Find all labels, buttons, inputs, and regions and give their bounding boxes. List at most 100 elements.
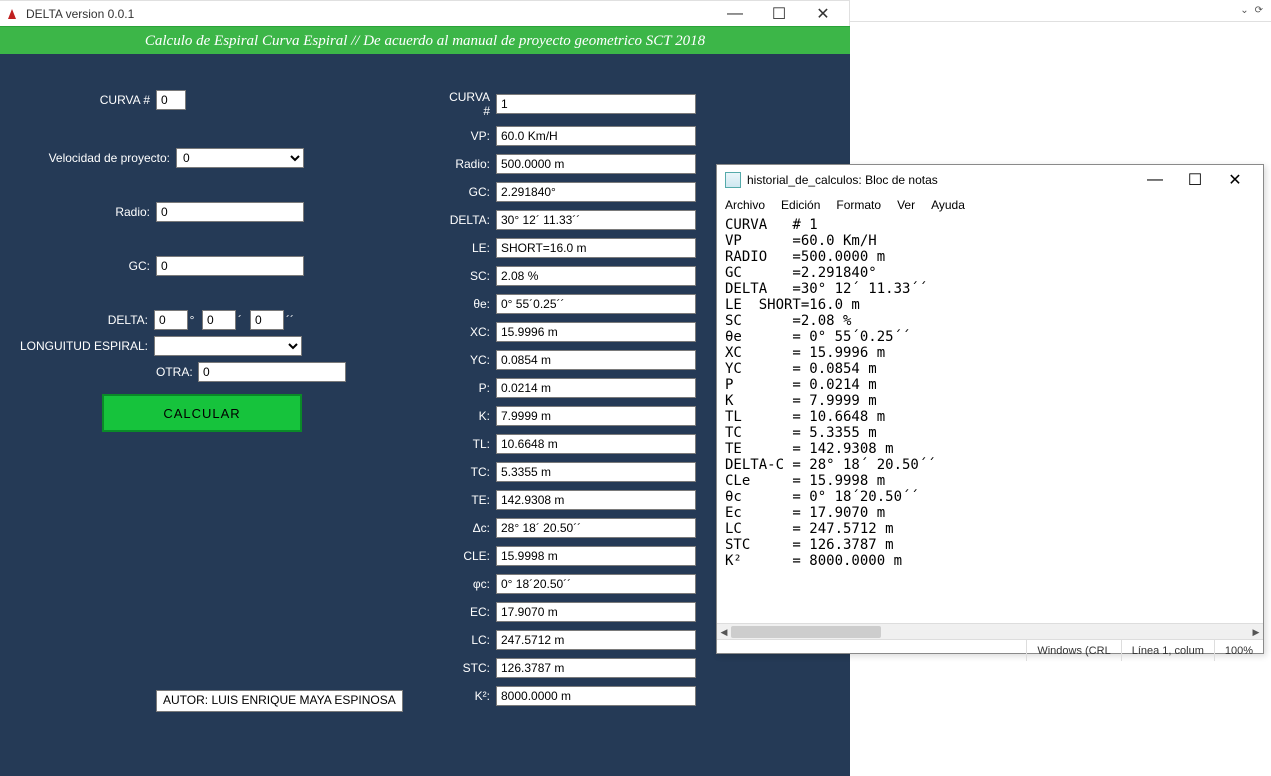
result-value[interactable] [496,490,696,510]
maximize-button[interactable]: ☐ [757,1,801,27]
result-label: DELTA: [440,213,496,227]
background-toolbar: ⌄ ⟳ [850,0,1271,22]
result-label: GC: [440,185,496,199]
result-label: STC: [440,661,496,675]
result-label: LC: [440,633,496,647]
result-label: VP: [440,129,496,143]
curva-input[interactable] [156,90,186,110]
result-label: K²: [440,689,496,703]
result-value[interactable] [496,574,696,594]
label-curva: CURVA # [98,93,156,107]
sec-sym: ´´ [284,313,302,327]
result-value[interactable] [496,406,696,426]
delta-titlebar: DELTA version 0.0.1 — ☐ ✕ [0,0,850,26]
result-row: EC: [440,602,720,622]
close-button[interactable]: ✕ [801,1,845,27]
np-close-button[interactable]: ✕ [1215,167,1255,193]
result-label: K: [440,409,496,423]
result-value[interactable] [496,602,696,622]
result-label: P: [440,381,496,395]
result-row: TL: [440,434,720,454]
result-value[interactable] [496,322,696,342]
result-label: TE: [440,493,496,507]
status-position: Línea 1, colum [1121,640,1214,661]
result-value[interactable] [496,182,696,202]
menu-ayuda[interactable]: Ayuda [931,198,965,212]
scroll-thumb[interactable] [731,626,881,638]
result-value[interactable] [496,630,696,650]
input-panel: CURVA # Velocidad de proyecto: 0 Radio: … [0,54,420,712]
notepad-content[interactable]: CURVA # 1 VP =60.0 Km/H RADIO =500.0000 … [717,215,1263,623]
menu-archivo[interactable]: Archivo [725,198,765,212]
delta-sec-input[interactable] [250,310,284,330]
minimize-button[interactable]: — [713,1,757,27]
radio-input[interactable] [156,202,304,222]
result-value[interactable] [496,434,696,454]
result-value[interactable] [496,686,696,706]
menu-edicion[interactable]: Edición [781,198,820,212]
result-row: Δc: [440,518,720,538]
np-minimize-button[interactable]: — [1135,167,1175,193]
result-row: K: [440,406,720,426]
banner: Calculo de Espiral Curva Espiral // De a… [0,26,850,54]
result-row: TC: [440,462,720,482]
result-row: θe: [440,294,720,314]
result-row: XC: [440,322,720,342]
np-maximize-button[interactable]: ☐ [1175,167,1215,193]
label-delta: DELTA: [96,313,154,327]
result-row: VP: [440,126,720,146]
menu-formato[interactable]: Formato [836,198,881,212]
result-row: CURVA # [440,90,720,118]
label-le: LONGUITUD ESPIRAL: [18,339,154,353]
results-panel: CURVA #VP:Radio:GC:DELTA:LE:SC:θe:XC:YC:… [440,54,720,714]
menu-ver[interactable]: Ver [897,198,915,212]
result-label: YC: [440,353,496,367]
result-value[interactable] [496,238,696,258]
label-gc: GC: [120,259,156,273]
result-value[interactable] [496,658,696,678]
calcular-button[interactable]: CALCULAR [102,394,302,432]
notepad-title: historial_de_calculos: Bloc de notas [747,173,1135,187]
result-value[interactable] [496,378,696,398]
gc-input[interactable] [156,256,304,276]
result-value[interactable] [496,126,696,146]
autor-label: AUTOR: LUIS ENRIQUE MAYA ESPINOSA [156,690,403,712]
delta-min-input[interactable] [202,310,236,330]
deg-sym: ° [188,313,202,327]
result-value[interactable] [496,546,696,566]
result-label: XC: [440,325,496,339]
window-title: DELTA version 0.0.1 [26,7,713,21]
scroll-right-icon[interactable]: ▶ [1249,624,1263,640]
result-label: TL: [440,437,496,451]
status-zoom: 100% [1214,640,1263,661]
result-row: LE: [440,238,720,258]
result-row: STC: [440,658,720,678]
otra-input[interactable] [198,362,346,382]
refresh-icon[interactable]: ⟳ [1255,5,1263,16]
result-value[interactable] [496,294,696,314]
result-row: Radio: [440,154,720,174]
result-label: EC: [440,605,496,619]
result-value[interactable] [496,210,696,230]
result-label: φc: [440,577,496,591]
min-sym: ´ [236,313,250,327]
chevron-down-icon[interactable]: ⌄ [1240,5,1248,16]
app-icon [4,6,20,22]
scroll-left-icon[interactable]: ◀ [717,624,731,640]
result-value[interactable] [496,154,696,174]
label-radio: Radio: [108,205,156,219]
status-encoding: Windows (CRL [1026,640,1120,661]
result-value[interactable] [496,266,696,286]
vp-select[interactable]: 0 [176,148,304,168]
result-value[interactable] [496,94,696,114]
result-value[interactable] [496,462,696,482]
result-value[interactable] [496,518,696,538]
le-select[interactable] [154,336,302,356]
result-row: CLE: [440,546,720,566]
notepad-window: historial_de_calculos: Bloc de notas — ☐… [716,164,1264,654]
result-row: LC: [440,630,720,650]
notepad-hscroll[interactable]: ◀ ▶ [717,623,1263,639]
delta-deg-input[interactable] [154,310,188,330]
result-row: GC: [440,182,720,202]
result-value[interactable] [496,350,696,370]
